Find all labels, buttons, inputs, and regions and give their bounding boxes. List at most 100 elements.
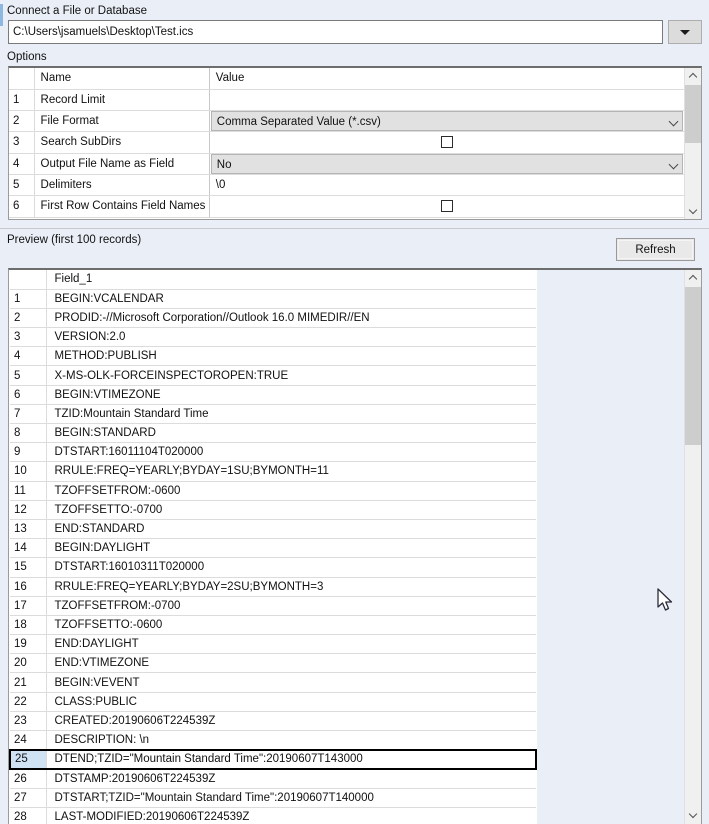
options-row-value[interactable]: Comma Separated Value (*.csv) xyxy=(209,110,684,132)
preview-row-number: 11 xyxy=(10,481,47,501)
table-row[interactable]: 7 TZID:Mountain Standard Time xyxy=(10,404,536,425)
preview-row-value[interactable]: CREATED:20190606T224539Z xyxy=(46,711,536,732)
preview-row-value[interactable]: END:VTIMEZONE xyxy=(46,653,536,674)
options-row[interactable]: 6 First Row Contains Field Names xyxy=(9,195,684,218)
options-header-row: Name Value xyxy=(9,68,684,90)
preview-row-value[interactable]: DTEND;TZID="Mountain Standard Time":2019… xyxy=(46,748,537,770)
preview-row-value[interactable]: DTSTART:16010311T020000 xyxy=(46,557,536,578)
table-row[interactable]: 8 BEGIN:STANDARD xyxy=(10,423,536,444)
caret-down-icon xyxy=(680,30,690,35)
preview-row-value[interactable]: TZOFFSETFROM:-0700 xyxy=(46,596,536,616)
preview-row-value[interactable]: END:DAYLIGHT xyxy=(46,634,536,655)
file-path-input[interactable] xyxy=(8,20,663,44)
table-row[interactable]: 12 TZOFFSETTO:-0700 xyxy=(10,500,536,520)
table-row[interactable]: 26 DTSTAMP:20190606T224539Z xyxy=(10,768,536,789)
options-row-name: Delimiters xyxy=(34,174,210,196)
file-path-dropdown-button[interactable] xyxy=(668,20,702,44)
chevron-up-icon xyxy=(688,274,698,284)
preview-row-number: 17 xyxy=(10,596,47,616)
table-row[interactable]: 14 BEGIN:DAYLIGHT xyxy=(10,538,536,559)
preview-row-value[interactable]: X-MS-OLK-FORCEINSPECTOROPEN:TRUE xyxy=(46,365,536,386)
table-row[interactable]: 27 DTSTART;TZID="Mountain Standard Time":… xyxy=(10,788,536,808)
table-row[interactable]: 2 PRODID:-//Microsoft Corporation//Outloo… xyxy=(10,308,536,329)
preview-row-value[interactable]: TZID:Mountain Standard Time xyxy=(46,404,536,425)
preview-row-number: 7 xyxy=(10,404,47,425)
preview-grid: Field_1 1 BEGIN:VCALENDAR 2 PRODID:-//Micro… xyxy=(9,270,537,824)
table-row[interactable]: 10 RRULE:FREQ=YEARLY;BYDAY=1SU;BYMONTH=11 xyxy=(10,461,536,482)
preview-row-value[interactable]: DTSTART;TZID="Mountain Standard Time":20… xyxy=(46,788,536,808)
refresh-button[interactable]: Refresh xyxy=(616,238,695,261)
table-row[interactable]: 17 TZOFFSETFROM:-0700 xyxy=(10,596,536,616)
options-row-value[interactable] xyxy=(209,195,684,218)
preview-row-value[interactable]: BEGIN:VEVENT xyxy=(46,672,536,693)
output-file-name-as-field-combobox[interactable]: No xyxy=(210,153,683,173)
preview-row-number: 13 xyxy=(10,519,47,540)
table-row[interactable]: 5 X-MS-OLK-FORCEINSPECTOROPEN:TRUE xyxy=(10,365,536,386)
table-row[interactable]: 22 CLASS:PUBLIC xyxy=(10,692,536,712)
table-row[interactable]: 15 DTSTART:16010311T020000 xyxy=(10,557,536,578)
table-row[interactable]: 11 TZOFFSETFROM:-0600 xyxy=(10,481,536,501)
options-scroll-down-button[interactable] xyxy=(685,203,701,219)
chevron-down-icon xyxy=(688,205,698,215)
preview-row-value[interactable]: BEGIN:VTIMEZONE xyxy=(46,385,536,405)
preview-row-value[interactable]: END:STANDARD xyxy=(46,519,536,540)
preview-row-number: 1 xyxy=(10,289,47,309)
table-row[interactable]: 6 BEGIN:VTIMEZONE xyxy=(10,385,536,405)
chevron-up-icon xyxy=(688,72,698,82)
preview-row-value[interactable]: DTSTAMP:20190606T224539Z xyxy=(46,768,536,789)
table-row[interactable]: 19 END:DAYLIGHT xyxy=(10,634,536,655)
table-row[interactable]: 9 DTSTART:16011104T020000 xyxy=(10,442,536,463)
options-row-value[interactable] xyxy=(209,131,684,154)
table-row[interactable]: 21 BEGIN:VEVENT xyxy=(10,672,536,693)
options-row-number: 4 xyxy=(9,153,35,175)
options-row-value[interactable]: No xyxy=(209,153,684,175)
search-subdirs-checkbox[interactable] xyxy=(440,136,453,148)
preview-row-value[interactable]: BEGIN:VCALENDAR xyxy=(46,289,536,309)
preview-row-value[interactable]: TZOFFSETTO:-0600 xyxy=(46,615,536,636)
options-row[interactable]: 5 Delimiters \0 xyxy=(9,174,684,196)
table-row[interactable]: 4 METHOD:PUBLISH xyxy=(10,346,536,367)
table-row[interactable]: 18 TZOFFSETTO:-0600 xyxy=(10,615,536,636)
preview-row-value[interactable]: RRULE:FREQ=YEARLY;BYDAY=2SU;BYMONTH=3 xyxy=(46,577,536,597)
preview-scroll-down-button[interactable] xyxy=(685,807,701,824)
preview-row-value[interactable]: TZOFFSETTO:-0700 xyxy=(46,500,536,520)
options-scroll-thumb[interactable] xyxy=(685,85,701,143)
preview-scroll-thumb[interactable] xyxy=(685,287,701,445)
preview-vertical-scrollbar[interactable] xyxy=(684,270,701,824)
preview-row-value[interactable]: VERSION:2.0 xyxy=(46,327,536,348)
options-row-value[interactable]: \0 xyxy=(209,174,684,196)
options-vertical-scrollbar[interactable] xyxy=(684,68,701,219)
preview-row-value[interactable]: METHOD:PUBLISH xyxy=(46,346,536,367)
table-row[interactable]: 20 END:VTIMEZONE xyxy=(10,653,536,674)
table-row[interactable]: 1 BEGIN:VCALENDAR xyxy=(10,289,536,309)
preview-row-value[interactable]: RRULE:FREQ=YEARLY;BYDAY=1SU;BYMONTH=11 xyxy=(46,461,536,482)
preview-scroll-up-button[interactable] xyxy=(685,270,701,287)
delimiters-value[interactable]: \0 xyxy=(210,179,684,191)
preview-row-number: 18 xyxy=(10,615,47,636)
table-row[interactable]: 25 DTEND;TZID="Mountain Standard Time":20… xyxy=(9,748,537,770)
options-row[interactable]: 3 Search SubDirs xyxy=(9,131,684,154)
preview-row-value[interactable]: BEGIN:DAYLIGHT xyxy=(46,538,536,559)
table-row[interactable]: 13 END:STANDARD xyxy=(10,519,536,540)
preview-row-value[interactable]: TZOFFSETFROM:-0600 xyxy=(46,481,536,501)
preview-row-value[interactable]: CLASS:PUBLIC xyxy=(46,692,536,712)
options-row-value[interactable] xyxy=(209,89,684,111)
preview-row-value[interactable]: PRODID:-//Microsoft Corporation//Outlook… xyxy=(46,308,536,329)
table-row[interactable]: 16 RRULE:FREQ=YEARLY;BYDAY=2SU;BYMONTH=3 xyxy=(10,577,536,597)
table-row[interactable]: 24 DESCRIPTION: \n xyxy=(10,730,536,751)
preview-row-value[interactable]: DESCRIPTION: \n xyxy=(46,730,536,751)
preview-row-number: 26 xyxy=(10,768,47,789)
options-header-corner xyxy=(9,68,35,90)
preview-row-value[interactable]: LAST-MODIFIED:20190606T224539Z xyxy=(46,807,536,824)
table-row[interactable]: 23 CREATED:20190606T224539Z xyxy=(10,711,536,732)
preview-row-value[interactable]: DTSTART:16011104T020000 xyxy=(46,442,536,463)
table-row[interactable]: 3 VERSION:2.0 xyxy=(10,327,536,348)
file-format-combobox[interactable]: Comma Separated Value (*.csv) xyxy=(210,110,683,130)
table-row[interactable]: 28 LAST-MODIFIED:20190606T224539Z xyxy=(10,807,536,824)
options-row[interactable]: 4 Output File Name as Field No xyxy=(9,153,684,175)
options-row[interactable]: 2 File Format Comma Separated Value (*.c… xyxy=(9,110,684,132)
options-row[interactable]: 1 Record Limit xyxy=(9,89,684,111)
preview-row-value[interactable]: BEGIN:STANDARD xyxy=(46,423,536,444)
options-scroll-up-button[interactable] xyxy=(685,68,701,85)
first-row-contains-field-names-checkbox[interactable] xyxy=(440,200,453,212)
